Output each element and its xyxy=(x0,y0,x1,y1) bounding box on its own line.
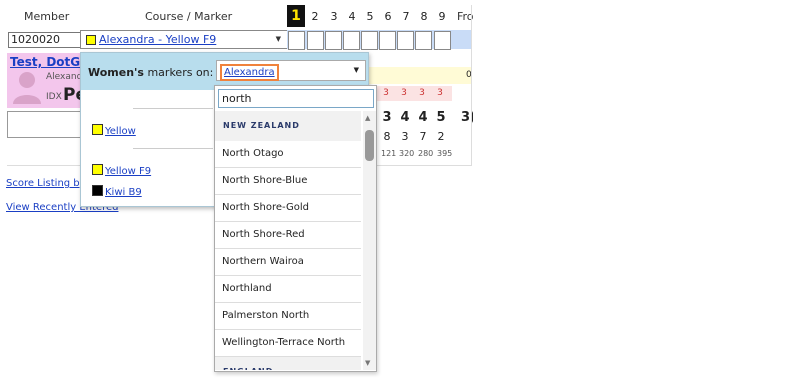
stroke-index: 2 xyxy=(437,130,445,143)
summary-band xyxy=(366,67,472,84)
course-marker-select[interactable]: Alexandra - Yellow F9 ▼ xyxy=(80,30,288,49)
course-column-header: Course / Marker xyxy=(145,10,233,23)
score-value: 5 xyxy=(436,110,446,125)
par-value: 3 xyxy=(437,88,443,98)
score-listing-link[interactable]: Score Listing by xyxy=(6,178,86,189)
club-option[interactable]: North Otago xyxy=(215,141,361,168)
scrollbar-thumb[interactable] xyxy=(365,130,374,161)
yardage: 320 xyxy=(399,149,415,158)
hole-score-input[interactable] xyxy=(288,31,305,50)
marker-option-label: Yellow F9 xyxy=(105,166,152,177)
course-marker-value: Alexandra - Yellow F9 xyxy=(99,33,217,46)
club-search-input[interactable]: north xyxy=(218,89,374,108)
club-dropdown: north NEW ZEALAND North Otago North Shor… xyxy=(214,85,377,372)
marker-option[interactable]: Kiwi B9 xyxy=(92,185,142,198)
hole-number: 7 xyxy=(402,10,410,23)
score-value: 4 xyxy=(400,110,410,125)
hole-number: 4 xyxy=(348,10,356,23)
marker-option-label: Kiwi B9 xyxy=(105,187,142,198)
club-select[interactable]: Alexandra ▼ xyxy=(216,60,366,81)
yardage: 280 xyxy=(418,149,434,158)
hole-number: 9 xyxy=(438,10,446,23)
hole-number: 5 xyxy=(366,10,374,23)
hole-score-input[interactable] xyxy=(343,31,360,50)
member-column-header: Member xyxy=(24,10,70,23)
player-name-link[interactable]: Test, DotGo xyxy=(10,55,88,69)
par-value: 3 xyxy=(383,88,389,98)
club-option[interactable]: Northern Wairoa xyxy=(215,249,361,276)
marker-color-swatch xyxy=(86,35,96,45)
avatar xyxy=(13,72,41,104)
divider xyxy=(133,108,213,109)
hole-score-input[interactable] xyxy=(307,31,324,50)
chevron-down-icon: ▼ xyxy=(275,35,281,43)
marker-color-swatch xyxy=(92,124,103,135)
stroke-index: 3 xyxy=(401,130,409,143)
member-id-input[interactable]: 1020020 xyxy=(8,32,82,48)
hole-score-input[interactable] xyxy=(415,31,432,50)
marker-panel-title: Women's markers on: xyxy=(88,66,213,79)
club-option[interactable]: Palmerston North xyxy=(215,303,361,330)
stroke-index: 8 xyxy=(383,130,391,143)
title-rest: markers on: xyxy=(143,66,214,79)
club-option[interactable]: North Shore-Blue xyxy=(215,168,361,195)
marker-color-swatch xyxy=(92,185,103,196)
hole-score-input[interactable] xyxy=(361,31,378,50)
chevron-down-icon: ▼ xyxy=(353,66,359,74)
scrollbar[interactable]: ▲ ▼ xyxy=(363,111,376,370)
hole-score-input[interactable] xyxy=(397,31,414,50)
option-group-header: NEW ZEALAND xyxy=(215,111,361,141)
table-border xyxy=(471,5,472,165)
yardage: 395 xyxy=(437,149,453,158)
scroll-up-icon[interactable]: ▲ xyxy=(365,114,370,122)
score-entry-box[interactable] xyxy=(7,111,82,138)
hole-number: 6 xyxy=(384,10,392,23)
hole-number: 2 xyxy=(311,10,319,23)
title-gender: Women's xyxy=(88,66,144,79)
hole-score-input[interactable] xyxy=(434,31,451,50)
idx-label: IDX xyxy=(46,92,62,102)
hole-score-input[interactable] xyxy=(379,31,396,50)
hole-number: 8 xyxy=(420,10,428,23)
player-club: Alexand xyxy=(46,72,83,82)
club-option-list: NEW ZEALAND North Otago North Shore-Blue… xyxy=(215,111,361,370)
marker-option[interactable]: Yellow F9 xyxy=(92,164,151,177)
marker-option[interactable]: Yellow xyxy=(92,124,136,137)
hole-score-input[interactable] xyxy=(325,31,342,50)
par-value: 3 xyxy=(419,88,425,98)
par-value: 3 xyxy=(401,88,407,98)
option-group-header: ENGLAND xyxy=(215,357,361,370)
divider xyxy=(133,148,213,149)
club-option[interactable]: North Shore-Red xyxy=(215,222,361,249)
scroll-down-icon[interactable]: ▼ xyxy=(365,359,370,367)
stroke-index: 7 xyxy=(419,130,427,143)
marker-color-swatch xyxy=(92,164,103,175)
active-hole-number[interactable]: 1 xyxy=(287,5,305,27)
club-option[interactable]: Northland xyxy=(215,276,361,303)
club-option[interactable]: Wellington-Terrace North xyxy=(215,330,361,357)
club-option[interactable]: North Shore-Gold xyxy=(215,195,361,222)
score-value: 3 xyxy=(382,110,392,125)
club-select-value: Alexandra xyxy=(220,64,279,81)
yardage: 121 xyxy=(381,149,397,158)
score-value: 4 xyxy=(418,110,428,125)
hole-number: 3 xyxy=(330,10,338,23)
marker-option-label: Yellow xyxy=(105,126,136,137)
